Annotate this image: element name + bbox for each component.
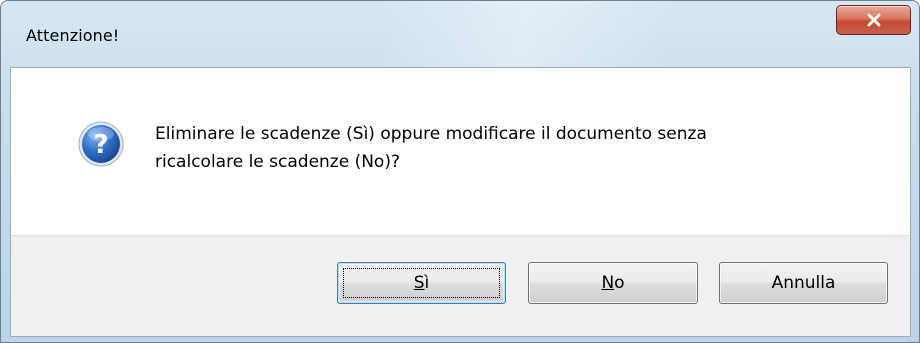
cancel-label: Annulla [771, 273, 836, 293]
svg-text:?: ? [93, 130, 108, 160]
dialog-content: ? Eliminare le scadenze (Sì) oppure modi… [10, 67, 911, 337]
yes-button[interactable]: Sì [337, 262, 506, 304]
dialog-window: Attenzione! ? Eliminare le scadenze (Sì)… [0, 0, 920, 343]
no-button[interactable]: No [528, 262, 698, 304]
no-label-rest: o [614, 273, 625, 293]
window-title: Attenzione! [26, 26, 120, 45]
message-text: Eliminare le scadenze (Sì) oppure modifi… [155, 120, 875, 176]
question-icon: ? [78, 121, 124, 167]
close-icon [867, 13, 880, 27]
message-area: ? Eliminare le scadenze (Sì) oppure modi… [11, 68, 910, 235]
close-button[interactable] [836, 5, 911, 35]
yes-label-rest: ì [424, 273, 430, 293]
cancel-button[interactable]: Annulla [719, 262, 888, 304]
message-line-2: ricalcolare le scadenze (No)? [155, 152, 400, 172]
no-mnemonic: N [601, 273, 615, 293]
button-bar: Sì No Annulla [11, 235, 910, 336]
title-bar[interactable]: Attenzione! [1, 1, 919, 67]
yes-mnemonic: S [413, 273, 425, 293]
message-line-1: Eliminare le scadenze (Sì) oppure modifi… [155, 124, 707, 144]
